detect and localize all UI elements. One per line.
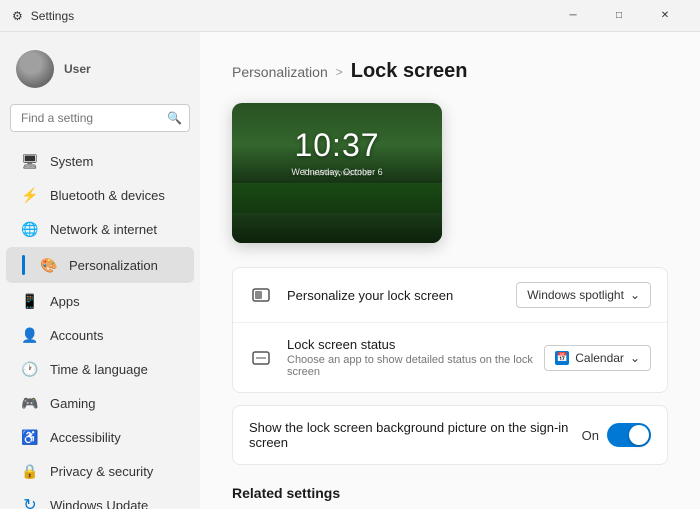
active-indicator (22, 255, 25, 275)
personalize-lock-title: Personalize your lock screen (287, 288, 516, 303)
minimize-button[interactable]: ─ (550, 0, 596, 32)
toggle-title: Show the lock screen background picture … (249, 420, 582, 450)
maximize-button[interactable]: □ (596, 0, 642, 32)
close-button[interactable]: ✕ (642, 0, 688, 32)
lock-status-icon (249, 346, 273, 370)
search-icon: 🔍 (167, 111, 182, 125)
toggle-control: On (582, 423, 651, 447)
settings-section-toggle: Show the lock screen background picture … (232, 405, 668, 465)
sidebar-item-personalization[interactable]: Personalization (6, 247, 194, 283)
sidebar-item-accounts[interactable]: Accounts (6, 319, 194, 351)
bluetooth-icon (22, 187, 38, 203)
settings-icon: ⚙ (12, 9, 23, 23)
lock-status-content: Lock screen status Choose an app to show… (287, 337, 544, 378)
sidebar-item-privacy-label: Privacy & security (50, 464, 153, 479)
lock-status-dropdown[interactable]: 📅 Calendar (544, 345, 651, 371)
personalize-lock-icon (249, 283, 273, 307)
lock-status-desc: Choose an app to show detailed status on… (287, 354, 544, 378)
personalize-lock-row: Personalize your lock screen Windows spo… (233, 268, 667, 323)
lock-status-control: 📅 Calendar (544, 345, 651, 371)
app-container: User 🔍 System Bluetooth & devices Networ… (0, 32, 700, 509)
accessibility-icon (22, 429, 38, 445)
sidebar-item-system-label: System (50, 154, 93, 169)
sidebar-item-time[interactable]: Time & language (6, 353, 194, 385)
sidebar-item-network[interactable]: Network & internet (6, 213, 194, 245)
lock-screen-preview: 10:37 Wednesday, October 6 TheWindowsClu… (232, 103, 442, 243)
title-bar-left: ⚙ Settings (12, 9, 74, 23)
search-input[interactable] (10, 104, 190, 132)
sidebar-item-update[interactable]: Windows Update (6, 489, 194, 509)
related-settings-header: Related settings (232, 485, 668, 501)
main-content: Personalization > Lock screen 10:37 Wedn… (200, 32, 700, 509)
user-name: User (64, 62, 91, 76)
sidebar-item-personalization-label: Personalization (69, 258, 158, 273)
sidebar-item-bluetooth[interactable]: Bluetooth & devices (6, 179, 194, 211)
sidebar-item-gaming-label: Gaming (50, 396, 96, 411)
sidebar-item-network-label: Network & internet (50, 222, 157, 237)
network-icon (22, 221, 38, 237)
privacy-icon (22, 463, 38, 479)
breadcrumb: Personalization > Lock screen (232, 60, 668, 83)
sidebar-item-accounts-label: Accounts (50, 328, 103, 343)
gaming-icon (22, 395, 38, 411)
sidebar-item-gaming[interactable]: Gaming (6, 387, 194, 419)
sidebar-item-apps-label: Apps (50, 294, 80, 309)
sidebar-item-privacy[interactable]: Privacy & security (6, 455, 194, 487)
sidebar-item-system[interactable]: System (6, 145, 194, 177)
toggle-content: Show the lock screen background picture … (249, 420, 582, 450)
personalize-lock-control: Windows spotlight (516, 282, 651, 308)
system-icon (22, 153, 38, 169)
personalize-lock-content: Personalize your lock screen (287, 288, 516, 303)
sidebar-item-bluetooth-label: Bluetooth & devices (50, 188, 165, 203)
chevron-down-icon (630, 288, 640, 302)
title-bar: ⚙ Settings ─ □ ✕ (0, 0, 700, 32)
avatar (16, 50, 54, 88)
chevron-down-icon-2 (630, 351, 640, 365)
apps-icon (22, 293, 38, 309)
sidebar-item-accessibility-label: Accessibility (50, 430, 121, 445)
lock-watermark: TheWindowsClub (302, 169, 372, 178)
lock-time: 10:37 (232, 127, 442, 164)
title-bar-title: Settings (31, 9, 74, 23)
toggle-switch[interactable] (607, 423, 651, 447)
update-icon (22, 497, 38, 509)
sidebar: User 🔍 System Bluetooth & devices Networ… (0, 32, 200, 509)
toggle-state-label: On (582, 428, 599, 443)
breadcrumb-current: Lock screen (351, 60, 468, 83)
sidebar-item-time-label: Time & language (50, 362, 148, 377)
breadcrumb-separator: > (336, 65, 343, 79)
breadcrumb-parent[interactable]: Personalization (232, 64, 328, 80)
lock-preview-reflection (232, 213, 442, 243)
search-box: 🔍 (10, 104, 190, 132)
lock-status-dropdown-label: Calendar (575, 351, 624, 365)
sidebar-item-update-label: Windows Update (50, 498, 148, 509)
personalize-lock-dropdown[interactable]: Windows spotlight (516, 282, 651, 308)
sidebar-item-accessibility[interactable]: Accessibility (6, 421, 194, 453)
settings-section-main: Personalize your lock screen Windows spo… (232, 267, 668, 393)
toggle-thumb (629, 425, 649, 445)
lock-status-row: Lock screen status Choose an app to show… (233, 323, 667, 392)
lock-status-title: Lock screen status (287, 337, 544, 352)
user-profile: User (0, 40, 200, 104)
time-icon (22, 361, 38, 377)
accounts-icon (22, 327, 38, 343)
personalization-icon (41, 257, 57, 273)
calendar-icon: 📅 (555, 351, 569, 365)
title-bar-controls: ─ □ ✕ (550, 0, 688, 32)
sidebar-item-apps[interactable]: Apps (6, 285, 194, 317)
toggle-row: Show the lock screen background picture … (233, 406, 667, 464)
personalize-lock-dropdown-label: Windows spotlight (527, 288, 624, 302)
avatar-image (16, 50, 54, 88)
